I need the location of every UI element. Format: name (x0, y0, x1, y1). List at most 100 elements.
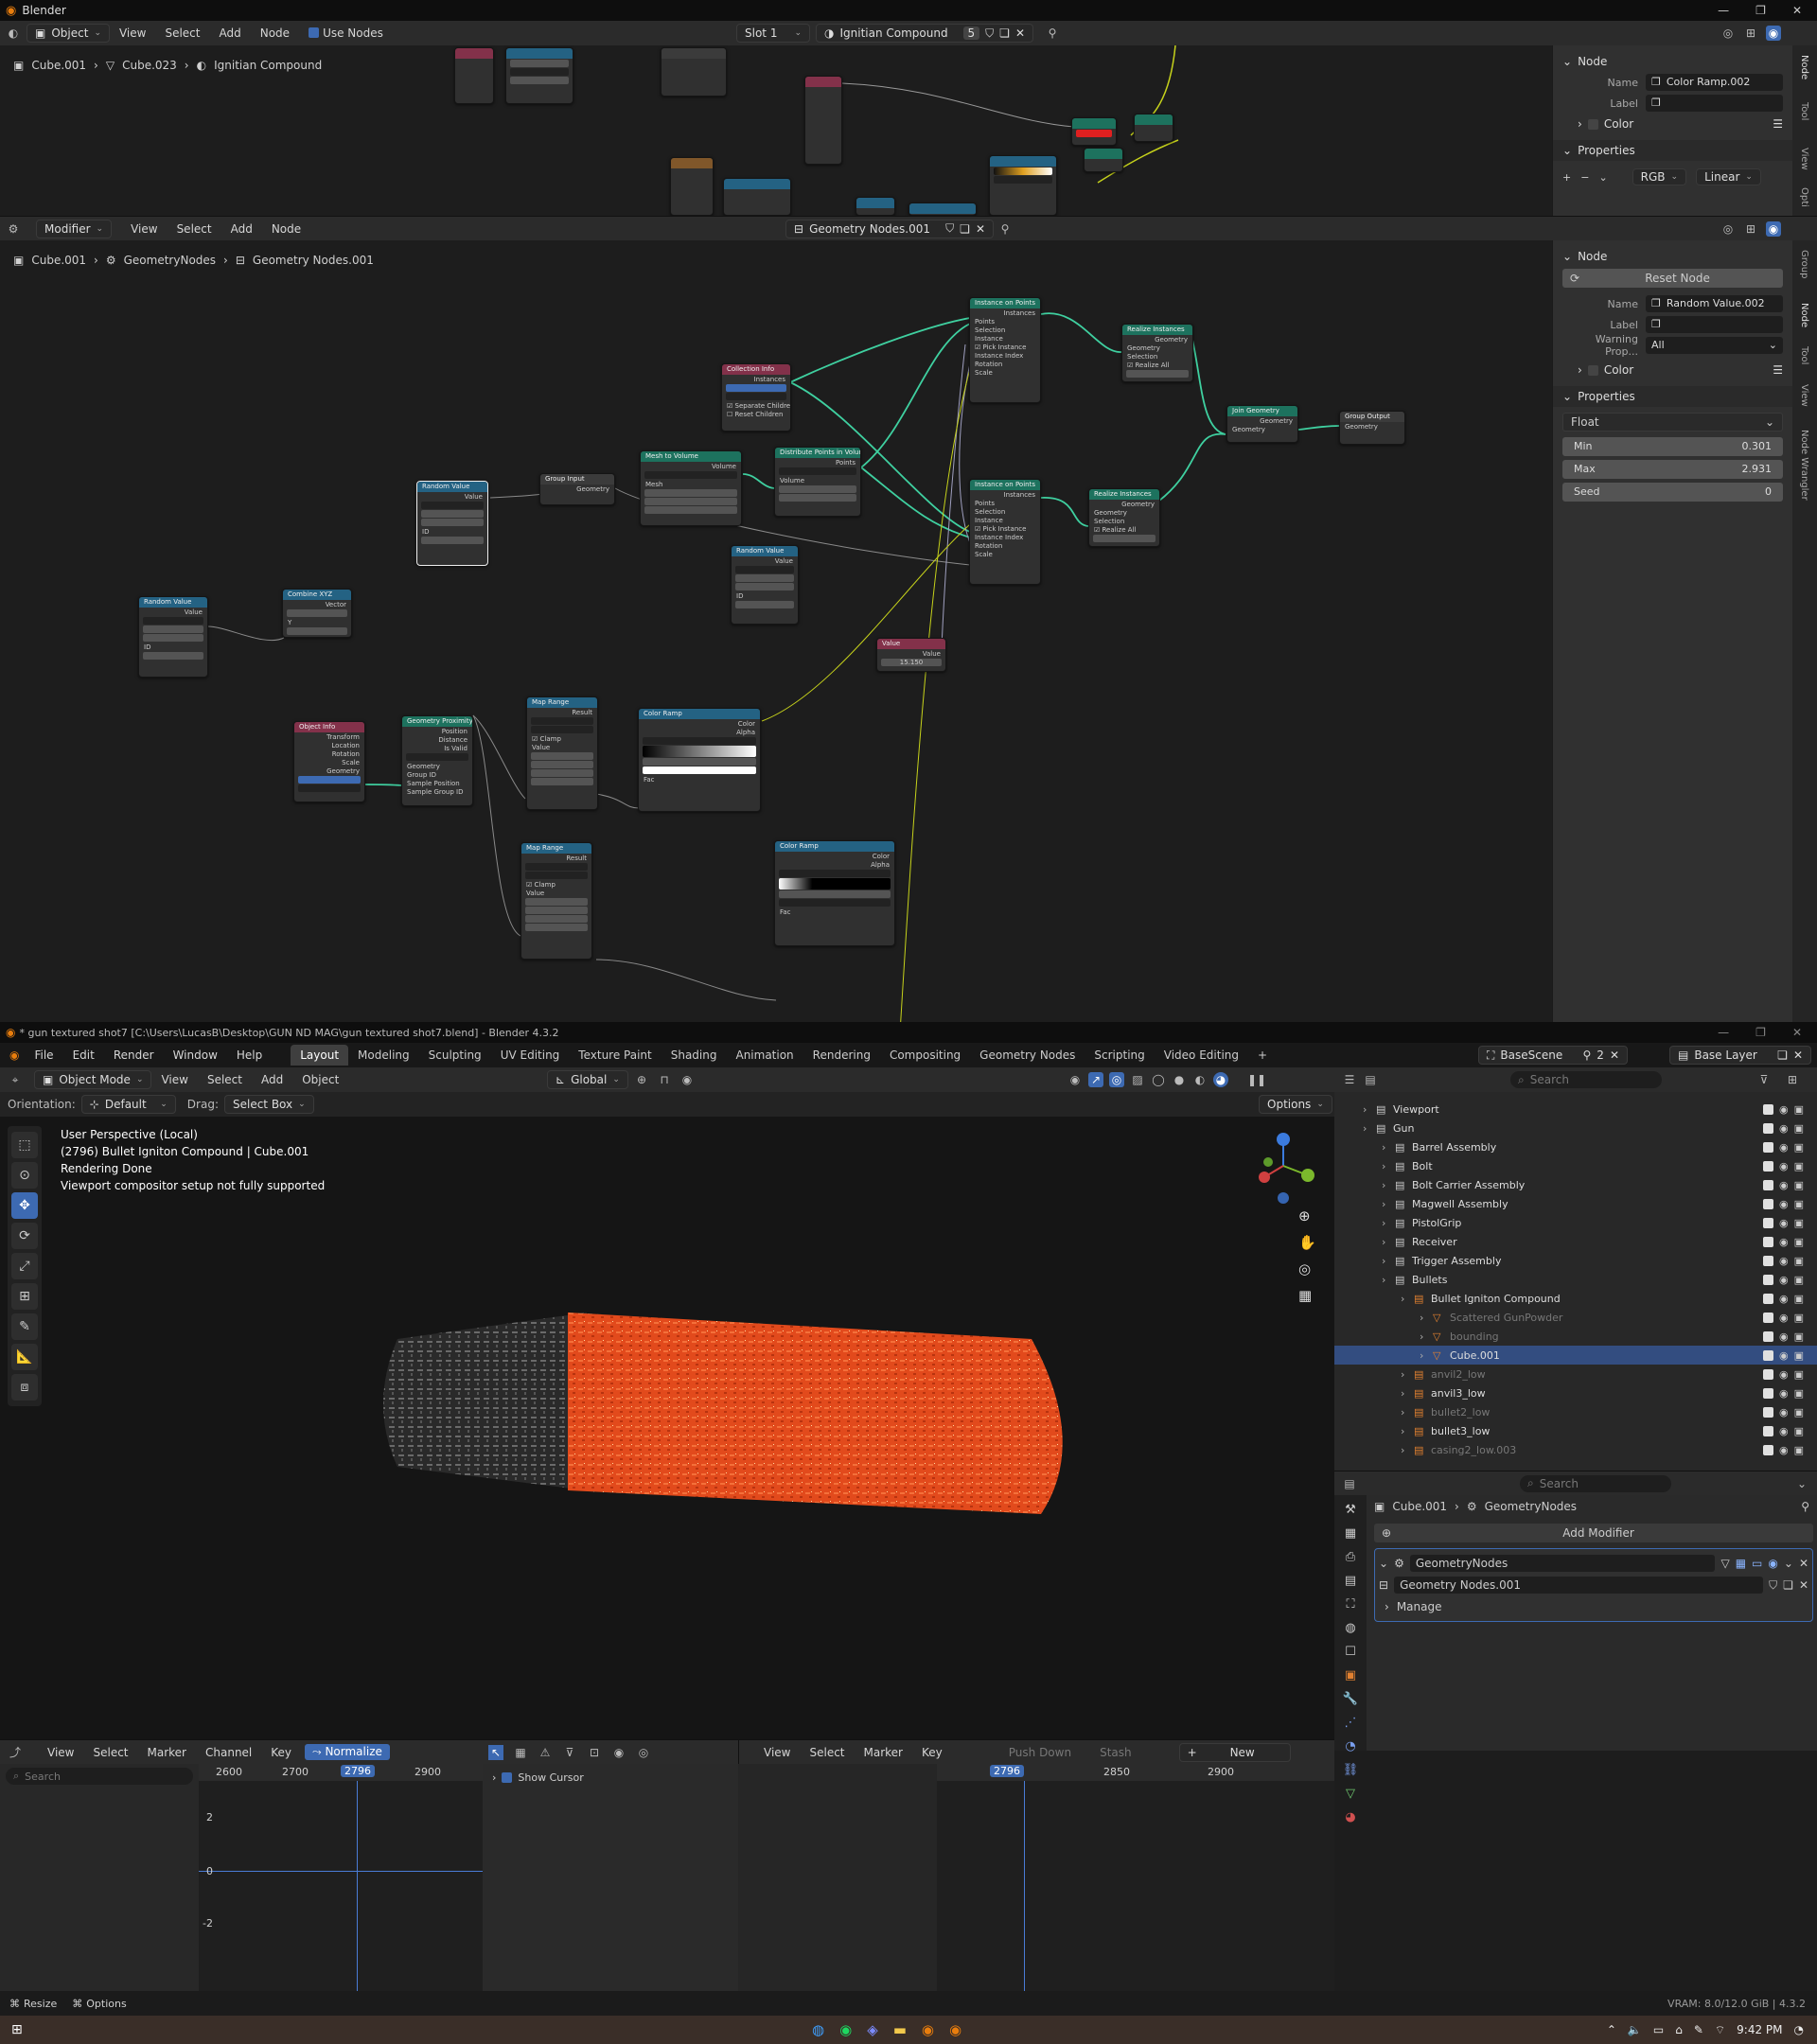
graph-area[interactable]: 2600 2700 2796 2900 2 0 -2 (199, 1764, 483, 1991)
tab-geometry-nodes[interactable]: Geometry Nodes (970, 1045, 1085, 1066)
tab-node[interactable]: Node (1799, 55, 1809, 79)
outliner-row[interactable]: › ▤ Trigger Assembly ◉ ▣ (1334, 1251, 1817, 1270)
shader-mode-dropdown[interactable]: ▣ Object ⌄ (26, 24, 110, 43)
render-camera-icon[interactable]: ▣ (1794, 1160, 1804, 1172)
render-tab-icon[interactable]: ▦ (1345, 1526, 1356, 1541)
maximize-icon[interactable]: ❐ (1755, 4, 1766, 17)
action-timeline[interactable] (937, 1781, 1334, 1991)
tool-tab-icon[interactable]: ⚒ (1345, 1503, 1356, 1517)
shader-node[interactable] (1071, 117, 1117, 146)
ramp-menu-icon[interactable]: ⌄ (1598, 171, 1607, 184)
eye-icon[interactable]: ◉ (1779, 1312, 1789, 1324)
editor-type-icon[interactable]: ▤ (1342, 1476, 1357, 1491)
tab-node-wrangler[interactable]: Node Wrangler (1799, 430, 1809, 501)
close-icon[interactable]: ✕ (1793, 1048, 1803, 1062)
collection-tab-icon[interactable]: ☐ (1345, 1645, 1356, 1659)
shader-menu-view[interactable]: View (110, 26, 155, 40)
tab-modeling[interactable]: Modeling (348, 1045, 419, 1066)
minimize-icon[interactable]: — (1718, 1026, 1729, 1039)
material-shading-icon[interactable]: ◐ (1192, 1072, 1208, 1087)
disclosure-icon[interactable]: › (1420, 1312, 1433, 1324)
render-camera-icon[interactable]: ▣ (1794, 1255, 1804, 1267)
render-camera-icon[interactable]: ▣ (1794, 1217, 1804, 1229)
overlay-icon[interactable]: ◎ (1720, 26, 1736, 41)
interpolation-dropdown[interactable]: Linear ⌄ (1696, 168, 1761, 185)
graph-menu-channel[interactable]: Channel (196, 1746, 261, 1759)
disclosure-icon[interactable]: › (1401, 1293, 1414, 1305)
geo-color-subpanel[interactable]: › Color ☰ (1553, 360, 1792, 380)
physics-tab-icon[interactable]: ◔ (1345, 1739, 1355, 1753)
shader-node[interactable] (505, 47, 573, 104)
outliner-search-input[interactable]: ⌕ Search (1510, 1071, 1662, 1088)
pen-icon[interactable]: ✎ (1694, 2023, 1703, 2037)
shader-node[interactable] (1134, 114, 1173, 142)
geo-label-field[interactable]: ❐ (1646, 316, 1783, 333)
shader-menu-select[interactable]: Select (155, 26, 209, 40)
eye-icon[interactable]: ◉ (1779, 1160, 1789, 1172)
view-layer-tab-icon[interactable]: ▤ (1345, 1574, 1356, 1588)
node-instance-on-points[interactable]: Instance on Points Instances Points Selecti… (969, 479, 1041, 585)
output-tab-icon[interactable]: ⎙ (1346, 1550, 1355, 1564)
disclosure-icon[interactable]: › (1382, 1179, 1395, 1191)
warning-dropdown[interactable]: All ⌄ (1646, 337, 1783, 354)
graph-search-input[interactable]: ⌕ Search (6, 1768, 193, 1785)
eye-icon[interactable]: ◉ (1779, 1274, 1789, 1286)
menu-edit[interactable]: Edit (63, 1048, 104, 1062)
node-combine-xyz[interactable]: Combine XYZ Vector Y (282, 589, 352, 638)
viewport-menu-select[interactable]: Select (198, 1073, 252, 1086)
unlink-icon[interactable]: ✕ (1799, 1578, 1808, 1592)
node-instance-on-points[interactable]: Instance on Points Instances Points Selecti… (969, 297, 1041, 403)
eye-icon[interactable]: ◉ (1779, 1387, 1789, 1400)
discord-icon[interactable]: ◈ (867, 2021, 878, 2038)
shader-node[interactable] (908, 203, 977, 216)
duplicate-icon[interactable]: ❏ (1783, 1578, 1793, 1592)
pause-render-icon[interactable]: ❚❚ (1247, 1072, 1266, 1087)
exclude-checkbox[interactable] (1762, 1293, 1773, 1304)
transform-orientation-dropdown[interactable]: ⊾ Global ⌄ (547, 1070, 628, 1089)
snap-icon[interactable]: ◉ (611, 1745, 626, 1760)
pivot-icon[interactable]: ⊕ (634, 1072, 649, 1087)
eye-icon[interactable]: ◉ (1779, 1330, 1789, 1343)
properties-search-input[interactable]: ⌕ Search (1520, 1474, 1671, 1492)
disclosure-icon[interactable]: › (1382, 1160, 1395, 1172)
shader-node-panel-header[interactable]: ⌄ Node (1553, 51, 1792, 72)
exclude-checkbox[interactable] (1762, 1179, 1773, 1190)
snap-icon[interactable]: ⊓ (657, 1072, 672, 1087)
fake-user-icon[interactable]: ⛉ (1769, 1578, 1777, 1593)
menu-window[interactable]: Window (164, 1048, 227, 1062)
tab-node[interactable]: Node (1799, 303, 1809, 327)
network-icon[interactable]: ⌂ (1675, 2023, 1683, 2037)
geo-mode-dropdown[interactable]: Modifier ⌄ (36, 219, 113, 238)
outliner-row[interactable]: › ▽ bounding ◉ ▣ (1334, 1327, 1817, 1346)
render-camera-icon[interactable]: ▣ (1794, 1274, 1804, 1286)
minimize-icon[interactable]: — (1718, 4, 1729, 17)
chevron-down-icon[interactable]: ⌄ (1379, 1557, 1388, 1570)
menu-file[interactable]: File (25, 1048, 62, 1062)
node-collection-info[interactable]: Collection Info Instances ☑ Separate Child… (721, 363, 791, 432)
shader-menu-node[interactable]: Node (251, 26, 299, 40)
node-mesh-to-volume[interactable]: Mesh to Volume Volume Mesh (640, 450, 742, 526)
eye-icon[interactable]: ◉ (1779, 1236, 1789, 1248)
geo-menu-add[interactable]: Add (221, 222, 262, 236)
outliner-row[interactable]: › ▤ Viewport ◉ ▣ (1334, 1100, 1817, 1119)
proportional-edit-icon[interactable]: ◉ (679, 1072, 695, 1087)
eye-icon[interactable]: ◉ (1779, 1349, 1789, 1362)
use-nodes-toggle[interactable]: Use Nodes (299, 26, 393, 40)
list-icon[interactable]: ☰ (1773, 363, 1783, 377)
tab-scripting[interactable]: Scripting (1085, 1045, 1154, 1066)
action-menu-marker[interactable]: Marker (855, 1746, 912, 1759)
shader-node[interactable] (454, 47, 494, 104)
geo-node-canvas[interactable]: ▣ Cube.001 › ⚙ GeometryNodes › ⊟ Geometry Nod… (0, 240, 1552, 1026)
zoom-icon[interactable]: ⊕ (1298, 1207, 1316, 1225)
current-frame-indicator[interactable]: 2796 (341, 1765, 375, 1777)
unlink-icon[interactable]: ✕ (976, 222, 985, 236)
data-tab-icon[interactable]: ▽ (1346, 1787, 1355, 1801)
disclosure-icon[interactable]: › (1401, 1368, 1414, 1381)
material-tab-icon[interactable]: ◕ (1345, 1810, 1355, 1824)
node-group-selector[interactable]: ⊟ Geometry Nodes.001 ⛉ ❏ ✕ (785, 219, 994, 238)
viewport-menu-add[interactable]: Add (252, 1073, 292, 1086)
3d-viewport[interactable]: ⬚ ⊙ ✥ ⟳ ⤢ ⊞ ✎ 📐 ⧈ User Perspective (Loca… (0, 1117, 1334, 1751)
filter-icon[interactable]: ⊽ (1756, 1072, 1772, 1087)
current-frame-indicator[interactable]: 2796 (990, 1765, 1024, 1777)
node-distribute-points[interactable]: Distribute Points in Volume Points Volume (774, 447, 861, 517)
